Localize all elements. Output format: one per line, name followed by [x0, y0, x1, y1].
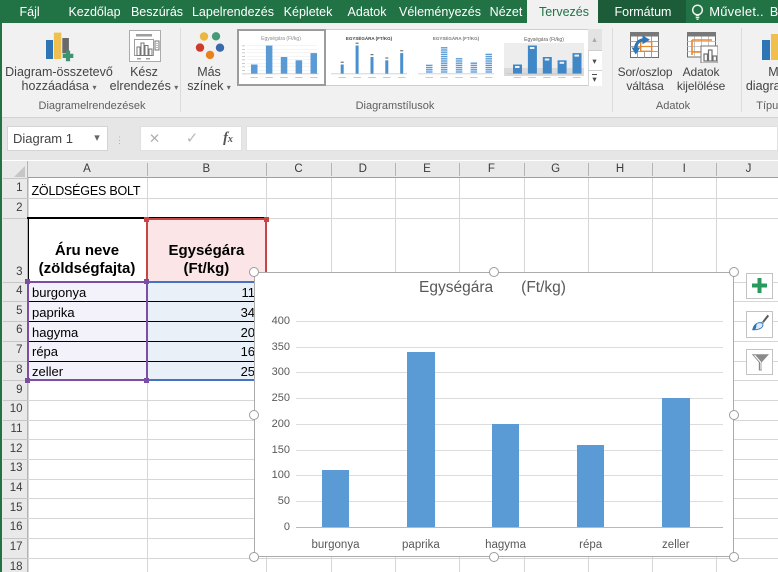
- svg-text:Egységára (Ft/kg): Egységára (Ft/kg): [524, 37, 564, 43]
- svg-text:EGYSÉGÁRA (FT/KG): EGYSÉGÁRA (FT/KG): [433, 34, 480, 41]
- svg-text:EGYSÉGÁRA (FT/KG): EGYSÉGÁRA (FT/KG): [346, 34, 393, 41]
